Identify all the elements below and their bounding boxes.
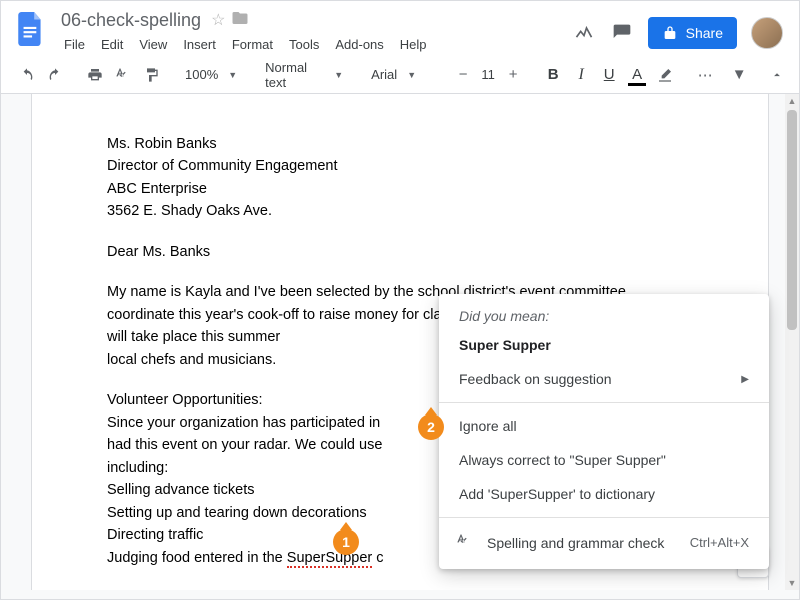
text-span: c bbox=[372, 550, 383, 566]
ignore-all-item[interactable]: Ignore all bbox=[439, 409, 769, 443]
docs-logo[interactable] bbox=[13, 11, 49, 47]
folder-icon[interactable] bbox=[231, 9, 249, 32]
badge-number: 2 bbox=[427, 419, 435, 435]
menu-edit[interactable]: Edit bbox=[94, 33, 130, 56]
text-span: Judging food entered in the bbox=[107, 550, 287, 566]
context-heading: Did you mean: bbox=[439, 302, 769, 328]
feedback-item[interactable]: Feedback on suggestion ▶ bbox=[439, 362, 769, 396]
italic-button[interactable]: I bbox=[569, 62, 593, 88]
address-line: Director of Community Engagement bbox=[107, 155, 693, 177]
text-color-button[interactable]: A bbox=[625, 62, 649, 88]
menu-view[interactable]: View bbox=[132, 33, 174, 56]
style-value: Normal text bbox=[265, 60, 324, 90]
more-button[interactable]: ⋯ bbox=[693, 62, 717, 88]
chevron-right-icon: ▶ bbox=[741, 374, 749, 385]
greeting-line: Dear Ms. Banks bbox=[107, 241, 693, 263]
editing-mode-button[interactable]: ▼ bbox=[725, 62, 749, 88]
address-line: ABC Enterprise bbox=[107, 178, 693, 200]
spell-context-menu: Did you mean: Super Supper Feedback on s… bbox=[439, 294, 769, 569]
activity-icon[interactable] bbox=[572, 21, 596, 45]
callout-badge-2: 2 bbox=[418, 414, 444, 440]
menu-divider bbox=[439, 402, 769, 403]
menu-addons[interactable]: Add-ons bbox=[328, 33, 390, 56]
scroll-down-button[interactable]: ▼ bbox=[785, 576, 799, 590]
underline-button[interactable]: U bbox=[597, 62, 621, 88]
docs-icon bbox=[18, 12, 44, 46]
spellcheck-icon bbox=[455, 533, 473, 552]
style-select[interactable]: Normal text ▼ bbox=[259, 62, 349, 88]
collapse-toolbar-button[interactable] bbox=[765, 62, 789, 88]
scroll-thumb[interactable] bbox=[787, 110, 797, 330]
chevron-down-icon: ▼ bbox=[228, 70, 237, 80]
star-icon[interactable]: ☆ bbox=[211, 10, 225, 30]
spellcheck-item[interactable]: Spelling and grammar check Ctrl+Alt+X bbox=[439, 524, 769, 561]
app-header: 06-check-spelling ☆ File Edit View Inser… bbox=[1, 1, 799, 56]
menu-label: Always correct to "Super Supper" bbox=[459, 452, 666, 468]
menu-tools[interactable]: Tools bbox=[282, 33, 326, 56]
section-heading: Sponsorship Opportunities: bbox=[107, 587, 693, 590]
menu-file[interactable]: File bbox=[57, 33, 92, 56]
menu-bar: File Edit View Insert Format Tools Add-o… bbox=[57, 33, 572, 56]
zoom-select[interactable]: 100% ▼ bbox=[179, 62, 243, 88]
menu-label: Add 'SuperSupper' to dictionary bbox=[459, 486, 655, 502]
header-right: Share bbox=[572, 9, 787, 49]
add-to-dictionary-item[interactable]: Add 'SuperSupper' to dictionary bbox=[439, 477, 769, 511]
lock-icon bbox=[662, 25, 678, 41]
chevron-down-icon: ▼ bbox=[732, 66, 747, 83]
scroll-up-button[interactable]: ▲ bbox=[785, 94, 799, 108]
fontsize-value: 11 bbox=[481, 67, 495, 82]
callout-badge-1: 1 bbox=[333, 529, 359, 555]
paint-format-button[interactable] bbox=[139, 62, 163, 88]
editor-canvas: Ms. Robin Banks Director of Community En… bbox=[1, 94, 799, 590]
suggestion-text: Super Supper bbox=[459, 337, 551, 353]
avatar[interactable] bbox=[751, 17, 783, 49]
fontsize-decrease[interactable]: − bbox=[451, 62, 475, 88]
print-button[interactable] bbox=[83, 62, 107, 88]
menu-label: Ignore all bbox=[459, 418, 517, 434]
font-select[interactable]: Arial ▼ bbox=[365, 62, 435, 88]
comments-icon[interactable] bbox=[610, 21, 634, 45]
always-correct-item[interactable]: Always correct to "Super Supper" bbox=[439, 443, 769, 477]
font-value: Arial bbox=[371, 67, 397, 82]
toolbar: 100% ▼ Normal text ▼ Arial ▼ − 11 + B I … bbox=[1, 56, 799, 94]
menu-format[interactable]: Format bbox=[225, 33, 280, 56]
fontsize-increase[interactable]: + bbox=[501, 62, 525, 88]
spellcheck-button[interactable] bbox=[111, 62, 135, 88]
menu-divider bbox=[439, 517, 769, 518]
fontsize-select[interactable]: 11 bbox=[479, 62, 497, 88]
spelling-error-word[interactable]: SuperSupper bbox=[287, 550, 372, 568]
zoom-value: 100% bbox=[185, 67, 218, 82]
address-line: Ms. Robin Banks bbox=[107, 133, 693, 155]
bold-button[interactable]: B bbox=[541, 62, 565, 88]
menu-help[interactable]: Help bbox=[393, 33, 434, 56]
chevron-down-icon: ▼ bbox=[334, 70, 343, 80]
menu-label: Spelling and grammar check bbox=[487, 535, 664, 551]
suggestion-item[interactable]: Super Supper bbox=[439, 328, 769, 362]
title-area: 06-check-spelling ☆ File Edit View Inser… bbox=[57, 9, 572, 56]
menu-label: Feedback on suggestion bbox=[459, 371, 612, 387]
scroll-track[interactable] bbox=[785, 108, 799, 576]
menu-insert[interactable]: Insert bbox=[176, 33, 223, 56]
share-button[interactable]: Share bbox=[648, 17, 737, 49]
chevron-down-icon: ▼ bbox=[407, 70, 416, 80]
document-title[interactable]: 06-check-spelling bbox=[57, 8, 205, 33]
badge-number: 1 bbox=[342, 534, 350, 550]
shortcut-label: Ctrl+Alt+X bbox=[690, 535, 749, 550]
undo-button[interactable] bbox=[15, 62, 39, 88]
share-label: Share bbox=[686, 25, 723, 41]
redo-button[interactable] bbox=[43, 62, 67, 88]
address-line: 3562 E. Shady Oaks Ave. bbox=[107, 200, 693, 222]
vertical-scrollbar[interactable]: ▲ ▼ bbox=[785, 94, 799, 590]
highlight-button[interactable] bbox=[653, 62, 677, 88]
